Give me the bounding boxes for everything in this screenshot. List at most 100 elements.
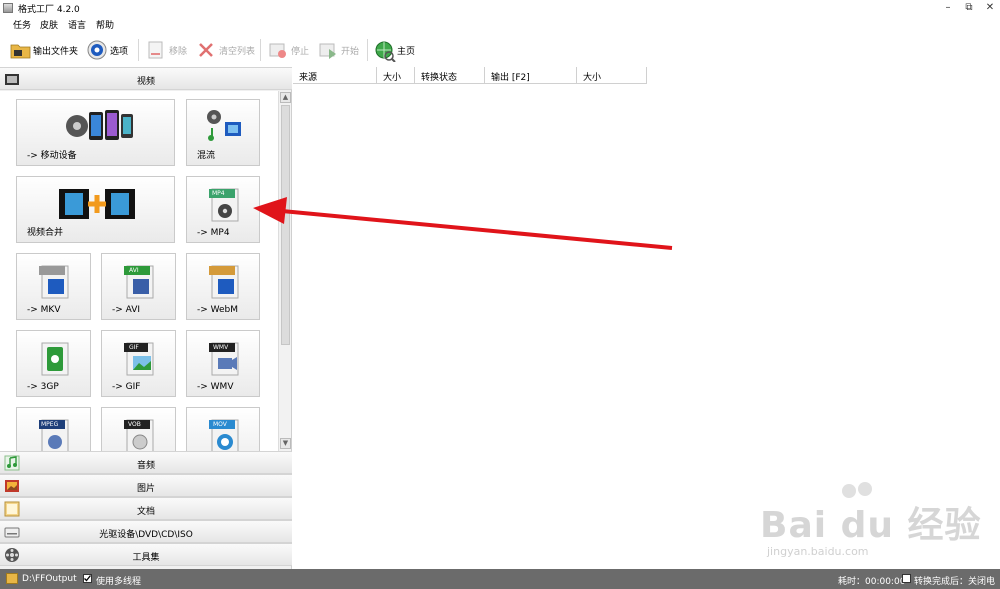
mov-badge: MOV: [213, 421, 227, 428]
gif-file-icon: GIF: [124, 341, 156, 380]
tile-label: -> WebM: [197, 305, 239, 315]
clear-list-label: 清空列表: [219, 46, 256, 57]
multithread-label: 使用多线程: [96, 577, 142, 587]
remove-label: 移除: [169, 46, 188, 57]
category-tools[interactable]: 工具集: [0, 543, 292, 566]
start-label: 开始: [341, 46, 360, 57]
tile-to-mpeg[interactable]: MPEG: [16, 407, 91, 451]
tile-to-mp4[interactable]: MP4 -> MP4: [186, 176, 260, 243]
options-label: 选项: [110, 46, 129, 57]
category-document[interactable]: 文档: [0, 497, 292, 520]
mkv-file-icon: [39, 264, 71, 303]
gif-badge: GIF: [129, 344, 139, 351]
watermark-url: jingyan.baidu.com: [767, 545, 869, 558]
multithread-checkbox[interactable]: [83, 574, 92, 583]
category-rom-device[interactable]: 光驱设备\DVD\CD\ISO: [0, 520, 292, 543]
minimize-button[interactable]: –: [940, 1, 956, 14]
category-document-label: 文档: [136, 507, 155, 517]
tile-label: -> 移动设备: [27, 151, 77, 161]
scroll-up-arrow-icon[interactable]: ▲: [280, 92, 291, 103]
scroll-down-arrow-icon[interactable]: ▼: [280, 438, 291, 449]
watermark-paw: [858, 482, 872, 496]
folder-icon: [10, 40, 31, 60]
tile-to-vob[interactable]: VOB: [101, 407, 176, 451]
output-folder-icon[interactable]: [6, 573, 18, 584]
column-status[interactable]: 转换状态: [415, 67, 485, 84]
category-audio-label: 音频: [136, 461, 155, 471]
mp4-file-icon: MP4: [209, 187, 241, 226]
tile-label: -> 3GP: [27, 382, 59, 392]
tile-label: 混流: [197, 151, 216, 161]
tile-mux[interactable]: 混流: [186, 99, 260, 166]
menu-skin[interactable]: 皮肤: [40, 18, 58, 31]
category-audio[interactable]: 音频: [0, 451, 292, 474]
close-button[interactable]: ✕: [982, 1, 998, 14]
output-folder-button[interactable]: 输出文件夹: [10, 37, 78, 63]
toolbar-separator: [138, 39, 139, 61]
remove-button[interactable]: 移除: [146, 37, 187, 63]
menu-language[interactable]: 语言: [68, 18, 86, 31]
mobile-devices-icon: [65, 106, 137, 147]
options-button[interactable]: 选项: [87, 37, 128, 63]
avi-badge: AVI: [129, 267, 139, 274]
title-bar: 格式工厂 4.2.0 – ⧉ ✕: [0, 0, 1000, 16]
column-source[interactable]: 来源: [293, 67, 377, 84]
tile-label: -> GIF: [112, 382, 141, 392]
app-logo-icon: [3, 3, 13, 13]
menu-help[interactable]: 帮助: [96, 18, 114, 31]
output-path[interactable]: D:\FFOutput: [22, 574, 77, 584]
tile-to-3gp[interactable]: -> 3GP: [16, 330, 91, 397]
output-folder-label: 输出文件夹: [33, 46, 79, 57]
avi-file-icon: AVI: [124, 264, 156, 303]
tile-to-mkv[interactable]: -> MKV: [16, 253, 91, 320]
function-grid-scrollbar[interactable]: ▲ ▼: [278, 91, 291, 451]
mov-file-icon: MOV: [209, 418, 241, 451]
mp4-badge: MP4: [212, 190, 225, 197]
restore-button[interactable]: ⧉: [961, 1, 977, 14]
tile-video-join[interactable]: 视频合并: [16, 176, 175, 243]
watermark-logo: Bai du 经验: [760, 505, 982, 546]
clear-list-button[interactable]: 清空列表: [196, 37, 255, 63]
scroll-thumb[interactable]: [281, 105, 290, 345]
start-button[interactable]: 开始: [318, 37, 359, 63]
column-output-size[interactable]: 大小: [577, 67, 647, 84]
function-panel: 视频 -> 移动设备 混流 视频合并 MP4 -> MP4 -> MKV AVI…: [0, 67, 292, 569]
tile-to-gif[interactable]: GIF -> GIF: [101, 330, 176, 397]
stop-label: 停止: [291, 46, 310, 57]
after-done-checkbox[interactable]: [902, 574, 911, 583]
category-video[interactable]: 视频: [0, 67, 292, 90]
home-button[interactable]: 主页: [374, 37, 415, 63]
after-done-label: 转换完成后：关闭电脑: [914, 577, 996, 587]
tile-label: -> MP4: [197, 228, 230, 238]
vob-file-icon: VOB: [124, 418, 156, 451]
3gp-file-icon: [39, 341, 71, 380]
webm-file-icon: [209, 264, 241, 303]
stop-button[interactable]: 停止: [268, 37, 309, 63]
stop-icon: [268, 40, 288, 60]
tile-label: -> AVI: [112, 305, 141, 315]
tile-to-mov[interactable]: MOV: [186, 407, 260, 451]
task-list: 来源 大小 转换状态 输出 [F2] 大小: [293, 67, 1000, 569]
toolbar-separator: [367, 39, 368, 61]
mux-icon: [205, 108, 243, 145]
column-size[interactable]: 大小: [377, 67, 415, 84]
status-bar: D:\FFOutput 使用多线程 耗时：00:00:00 转换完成后：关闭电脑: [0, 569, 1000, 589]
video-join-icon: [57, 187, 139, 224]
tile-to-wmv[interactable]: WMV -> WMV: [186, 330, 260, 397]
menu-bar: 任务 皮肤 语言 帮助: [0, 17, 1000, 32]
tile-label: -> MKV: [27, 305, 61, 315]
tile-to-avi[interactable]: AVI -> AVI: [101, 253, 176, 320]
column-output[interactable]: 输出 [F2]: [485, 67, 577, 84]
menu-task[interactable]: 任务: [13, 18, 31, 31]
toolbar-separator: [260, 39, 261, 61]
wmv-badge: WMV: [213, 344, 229, 351]
toolbar: 输出文件夹 选项 移除 清空列表 停止 开始 主页: [0, 33, 1000, 66]
elapsed-time: 耗时：00:00:00: [838, 577, 906, 587]
category-image-label: 图片: [136, 484, 155, 494]
category-image[interactable]: 图片: [0, 474, 292, 497]
tile-mobile-device[interactable]: -> 移动设备: [16, 99, 175, 166]
video-function-grid: -> 移动设备 混流 视频合并 MP4 -> MP4 -> MKV AVI ->…: [0, 91, 278, 451]
tile-to-webm[interactable]: -> WebM: [186, 253, 260, 320]
category-video-label: 视频: [136, 77, 155, 87]
remove-icon: [146, 40, 166, 60]
